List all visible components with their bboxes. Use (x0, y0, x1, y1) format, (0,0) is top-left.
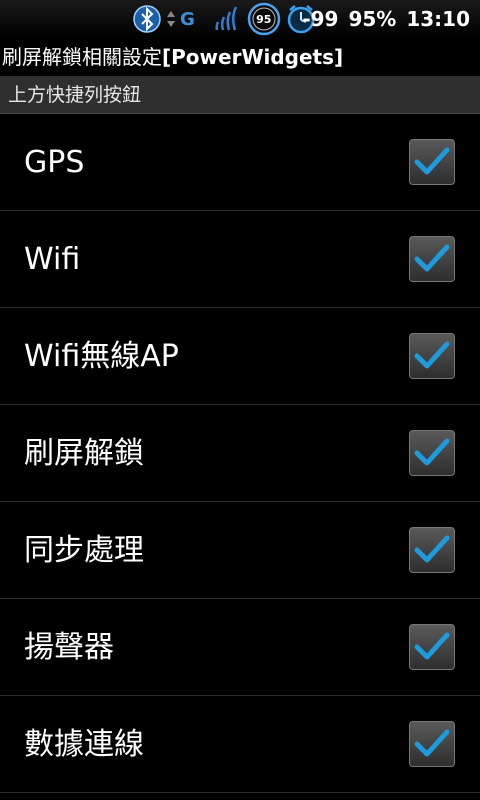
preference-item-unlock[interactable]: 刷屏解鎖 (0, 405, 480, 502)
category-header: 上方快捷列按鈕 (0, 76, 480, 114)
page-title: 刷屏解鎖相關設定[PowerWidgets] (0, 38, 480, 76)
category-label: 上方快捷列按鈕 (8, 84, 142, 106)
clock: 13:10 (406, 7, 470, 31)
battery-percent: 95% (348, 7, 397, 31)
mobile-data-checkbox[interactable] (409, 721, 455, 767)
network-type: G (180, 8, 195, 30)
preference-list: GPS Wifi Wifi無線AP 刷屏解鎖 同步處理 揚聲器 數據連線 (0, 114, 480, 793)
wifi-checkbox[interactable] (409, 236, 455, 282)
checkmark-icon (414, 438, 450, 466)
checkmark-icon (414, 244, 450, 272)
preference-item-mobile-data[interactable]: 數據連線 (0, 696, 480, 793)
status-readouts: -99 95% 13:10 (302, 0, 470, 38)
page-title-app: [PowerWidgets] (162, 45, 344, 69)
bluetooth-icon (132, 4, 162, 34)
sync-checkbox[interactable] (409, 527, 455, 573)
checkmark-icon (414, 147, 450, 175)
preference-label: GPS (24, 145, 85, 180)
signal-icon (213, 4, 243, 34)
checkmark-icon (414, 535, 450, 563)
preference-label: Wifi (24, 242, 81, 277)
page-title-prefix: 刷屏解鎖相關設定 (2, 45, 162, 69)
speaker-checkbox[interactable] (409, 624, 455, 670)
preference-label: Wifi無線AP (24, 339, 179, 374)
wifi-ap-checkbox[interactable] (409, 333, 455, 379)
checkmark-icon (414, 632, 450, 660)
checkmark-icon (414, 729, 450, 757)
data-arrows-icon (166, 9, 176, 29)
preference-item-speaker[interactable]: 揚聲器 (0, 599, 480, 696)
signal-strength: -99 (302, 7, 339, 31)
checkmark-icon (414, 341, 450, 369)
battery-badge-value: 95 (256, 12, 272, 26)
preference-label: 數據連線 (24, 727, 144, 762)
battery-badge-icon: 95 (247, 2, 281, 36)
status-bar: G 95 -99 95% 13:10 (0, 0, 480, 38)
unlock-checkbox[interactable] (409, 430, 455, 476)
preference-label: 同步處理 (24, 533, 144, 568)
preference-item-sync[interactable]: 同步處理 (0, 502, 480, 599)
status-icons: G 95 (132, 2, 317, 36)
preference-item-gps[interactable]: GPS (0, 114, 480, 211)
preference-item-wifi-ap[interactable]: Wifi無線AP (0, 308, 480, 405)
gps-checkbox[interactable] (409, 139, 455, 185)
preference-label: 刷屏解鎖 (24, 436, 144, 471)
preference-label: 揚聲器 (24, 630, 114, 665)
preference-item-wifi[interactable]: Wifi (0, 211, 480, 308)
